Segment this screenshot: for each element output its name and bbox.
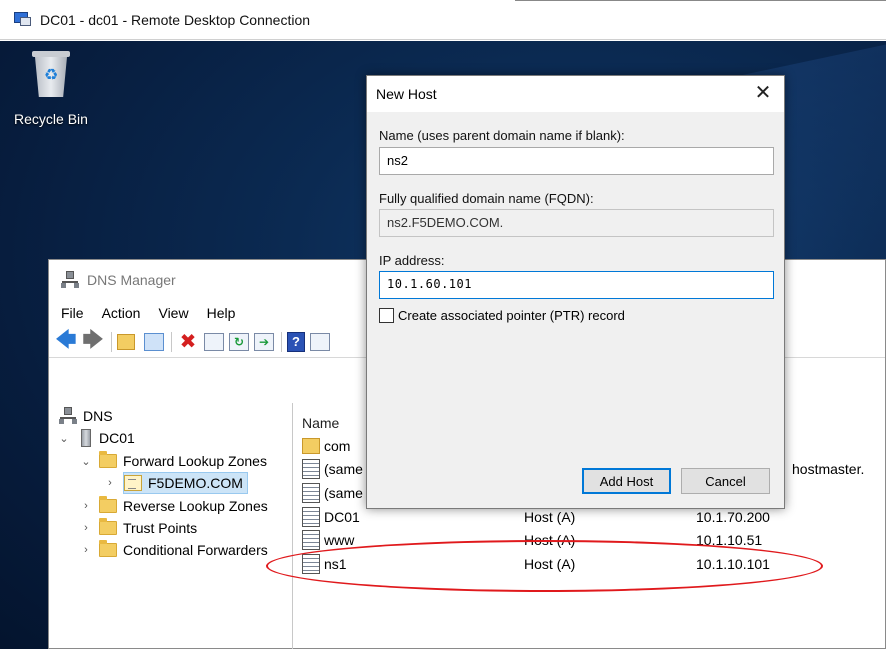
close-icon[interactable]: ✕ (752, 82, 774, 104)
ip-address-input[interactable]: 10.1.60.101 (379, 271, 774, 299)
chevron-down-icon[interactable]: ⌄ (57, 432, 71, 445)
dialog-title-bar[interactable]: New Host ✕ (367, 76, 784, 112)
record-name: (same (324, 485, 363, 501)
menu-action[interactable]: Action (102, 305, 141, 321)
new-host-dialog: New Host ✕ Name (uses parent domain name… (366, 75, 785, 509)
tree-label: Conditional Forwarders (123, 542, 268, 558)
record-icon (302, 483, 320, 503)
folder-icon (302, 438, 320, 454)
ptr-record-label: Create associated pointer (PTR) record (398, 308, 625, 323)
record-name: com (324, 438, 351, 454)
menu-help[interactable]: Help (207, 305, 236, 321)
record-name: (same (324, 461, 363, 477)
record-type: Host (A) (524, 532, 576, 548)
rdp-title-bar[interactable]: DC01 - dc01 - Remote Desktop Connection (0, 0, 886, 40)
folder-icon (99, 540, 117, 557)
record-icon (302, 554, 320, 574)
folder-icon (99, 496, 117, 513)
record-data: 10.1.10.51 (696, 532, 763, 548)
dns-root-icon (59, 407, 77, 425)
list-item[interactable]: ns1 Host (A) 10.1.10.101 (302, 553, 886, 575)
chevron-right-icon[interactable]: › (79, 544, 93, 556)
fqdn-label: Fully qualified domain name (FQDN): (379, 191, 594, 206)
recycle-bin-shortcut[interactable]: ♻ Recycle Bin (6, 51, 96, 127)
tree-label: DC01 (99, 430, 135, 446)
tree-label: DNS (83, 408, 113, 424)
refresh-icon[interactable]: ↻ (229, 332, 249, 351)
zone-icon (124, 475, 142, 491)
chevron-down-icon[interactable]: ⌄ (79, 455, 93, 468)
list-item[interactable]: DC01 Host (A) 10.1.70.200 (302, 506, 886, 528)
back-arrow-icon[interactable]: 🡄 (55, 329, 77, 353)
chevron-right-icon[interactable]: › (79, 522, 93, 534)
list-item[interactable]: www Host (A) 10.1.10.51 (302, 529, 886, 551)
tree-item-dns[interactable]: DNS (59, 405, 113, 427)
tree-item-f5demo-zone[interactable]: › F5DEMO.COM (103, 472, 248, 494)
selected-zone-highlight: F5DEMO.COM (123, 472, 248, 494)
title-divider (515, 0, 886, 1)
dns-manager-title: DNS Manager (87, 272, 176, 288)
rdp-window-title: DC01 - dc01 - Remote Desktop Connection (40, 11, 311, 28)
tree-label: Forward Lookup Zones (123, 453, 267, 469)
record-icon (302, 459, 320, 479)
tree-item-forward-lookup-zones[interactable]: ⌄ Forward Lookup Zones (79, 450, 267, 472)
tree-item-reverse-lookup-zones[interactable]: › Reverse Lookup Zones (79, 495, 268, 517)
folder-icon (99, 518, 117, 535)
record-data: 10.1.70.200 (696, 509, 770, 525)
checkbox-box[interactable] (379, 308, 394, 323)
console-tree: DNS ⌄ DC01 ⌄ Forward Lookup Zones › F5DE… (49, 403, 293, 649)
tree-item-dc01[interactable]: ⌄ DC01 (57, 427, 135, 449)
tree-label: F5DEMO.COM (148, 475, 243, 491)
ptr-record-checkbox[interactable]: Create associated pointer (PTR) record (379, 308, 625, 323)
menu-file[interactable]: File (61, 305, 84, 321)
record-icon (302, 530, 320, 550)
tree-item-conditional-forwarders[interactable]: › Conditional Forwarders (79, 539, 268, 561)
export-list-icon[interactable]: ➔ (254, 332, 274, 351)
tree-label: Trust Points (123, 520, 198, 536)
name-input[interactable]: ns2 (379, 147, 774, 175)
tree-label: Reverse Lookup Zones (123, 498, 268, 514)
toolbar-separator (171, 331, 172, 352)
delete-icon[interactable]: ✖ (177, 331, 199, 353)
show-hide-tree-icon[interactable] (144, 332, 164, 351)
toolbar-separator (281, 331, 282, 352)
record-data: 10.1.10.101 (696, 556, 770, 572)
fqdn-field: ns2.F5DEMO.COM. (379, 209, 774, 237)
chevron-right-icon[interactable]: › (79, 500, 93, 512)
forward-arrow-icon[interactable]: 🡆 (82, 329, 104, 353)
dns-server-icon (61, 271, 79, 289)
record-type: Host (A) (524, 509, 576, 525)
folder-icon (99, 451, 117, 468)
record-name: ns1 (324, 556, 347, 572)
record-name: DC01 (324, 509, 360, 525)
tree-item-trust-points[interactable]: › Trust Points (79, 517, 197, 539)
properties-icon[interactable] (204, 332, 224, 351)
recycle-bin-label: Recycle Bin (14, 111, 88, 127)
ip-address-label: IP address: (379, 253, 445, 268)
recycle-bin-icon: ♻ (30, 51, 72, 101)
add-host-button[interactable]: Add Host (582, 468, 671, 494)
up-folder-icon[interactable] (117, 331, 139, 353)
record-type: Host (A) (524, 556, 576, 572)
record-name: www (324, 532, 355, 548)
cancel-button[interactable]: Cancel (681, 468, 770, 494)
view-icon[interactable] (310, 332, 330, 351)
menu-view[interactable]: View (158, 305, 188, 321)
dialog-title: New Host (376, 86, 437, 102)
name-label: Name (uses parent domain name if blank): (379, 128, 625, 143)
record-icon (302, 507, 320, 527)
remote-desktop-icon (14, 11, 32, 28)
column-header-name[interactable]: Name (302, 415, 339, 431)
server-icon (81, 429, 91, 447)
chevron-right-icon[interactable]: › (103, 477, 117, 489)
toolbar-separator (111, 331, 112, 352)
help-icon[interactable]: ? (287, 331, 305, 352)
